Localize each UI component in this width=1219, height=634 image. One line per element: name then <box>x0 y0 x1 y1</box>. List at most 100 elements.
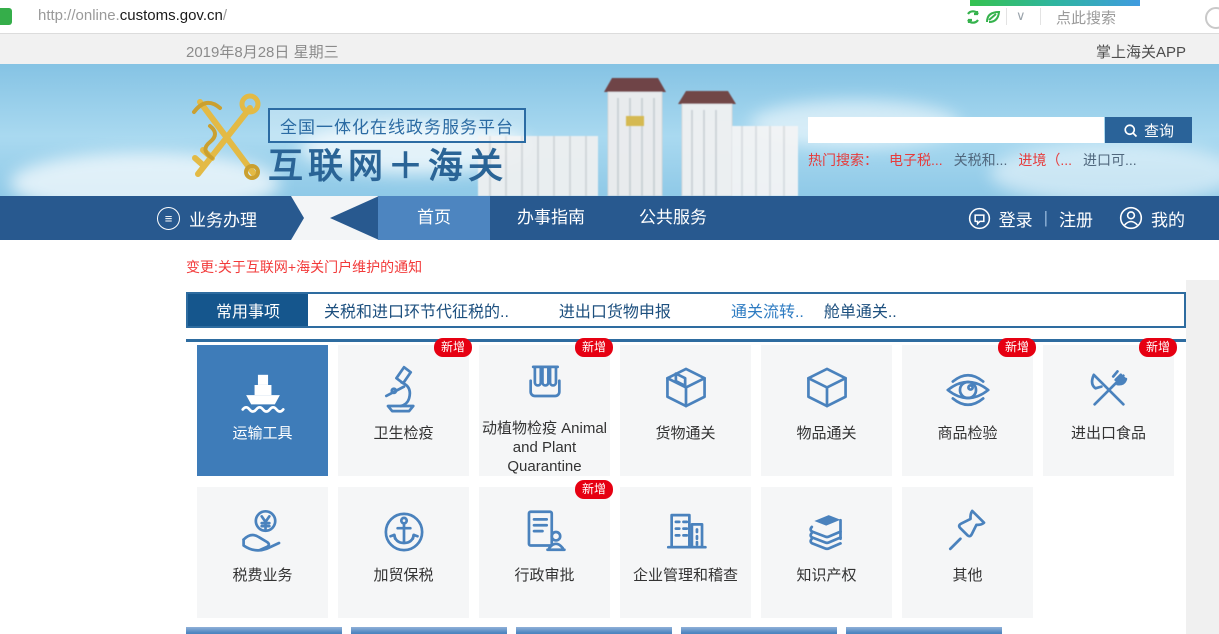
test-tubes-icon <box>518 345 572 412</box>
hot-search-item[interactable]: 电子税... <box>889 150 943 170</box>
hot-search-label: 热门搜索： <box>808 150 878 170</box>
account-area: 登录 | 注册 我的 <box>968 196 1185 240</box>
service-tile-label: 商品检验 <box>935 424 999 443</box>
service-tile-label: 卫生检疫 <box>371 424 435 443</box>
bottom-card-top[interactable] <box>186 627 342 634</box>
url-domain: customs.gov.cn <box>120 7 223 24</box>
bottom-card-top[interactable] <box>681 627 837 634</box>
service-tile[interactable]: 卫生检疫新增 <box>338 345 469 476</box>
browser-address-bar: http://online.customs.gov.cn/ ∨ 点此搜索 <box>0 0 1219 34</box>
tab-home[interactable]: 首页 <box>378 196 490 240</box>
hot-search-row: 热门搜索： 电子税... 关税和... 进境（... 进口可... <box>808 150 1137 170</box>
service-tile[interactable]: 行政审批新增 <box>479 487 610 618</box>
hot-search-item[interactable]: 进境（... <box>1018 150 1072 170</box>
service-tile[interactable]: 其他 <box>902 487 1033 618</box>
service-tile-label: 物品通关 <box>794 424 858 443</box>
service-tile[interactable]: 货物通关 <box>620 345 751 476</box>
anchor-icon <box>377 487 431 559</box>
service-tile[interactable]: 加贸保税 <box>338 487 469 618</box>
customs-portal-page: http://online.customs.gov.cn/ ∨ 点此搜索 201… <box>0 0 1219 634</box>
ribbon-point-left <box>330 196 379 240</box>
category-tab[interactable]: 舱单通关.. <box>824 298 897 322</box>
site-title: 互联网＋海关 <box>268 138 508 189</box>
pushpin-icon <box>941 487 995 559</box>
microscope-icon <box>377 345 431 417</box>
login-register-divider: | <box>1044 208 1048 228</box>
browser-extension-icon[interactable] <box>0 8 12 25</box>
customs-emblem-logo <box>184 86 268 188</box>
package-icon <box>659 345 713 417</box>
site-header: 全国一体化在线政务服务平台 互联网＋海关 查询 热门搜索： 电子税...关税和.… <box>0 64 1219 196</box>
url-prefix: http://online. <box>38 7 120 24</box>
service-tile-label: 知识产权 <box>794 566 858 585</box>
service-tile[interactable]: 动植物检疫 Animal and Plant Quarantine新增 <box>479 345 610 476</box>
service-tile[interactable]: 知识产权 <box>761 487 892 618</box>
service-tile[interactable]: 企业管理和稽查 <box>620 487 751 618</box>
service-tile[interactable]: 进出口食品新增 <box>1043 345 1174 476</box>
tab-public-service[interactable]: 公共服务 <box>612 196 734 240</box>
leaf-extension-icon[interactable] <box>985 9 1001 25</box>
new-badge: 新增 <box>1139 338 1177 357</box>
buildings-icon <box>659 487 713 559</box>
page-right-gutter <box>1186 280 1219 634</box>
service-tile[interactable]: 商品检验新增 <box>902 345 1033 476</box>
service-tile-row: 税费业务 加贸保税行政审批新增企业管理和稽查 知识产权 其他 <box>197 487 1187 618</box>
service-tile-label: 货物通关 <box>653 424 717 443</box>
section-top-border <box>186 339 1186 342</box>
bottom-card-top[interactable] <box>516 627 672 634</box>
ribbon-point-right <box>291 196 304 240</box>
browser-corner-icon[interactable] <box>1205 7 1219 29</box>
site-search-input[interactable] <box>808 117 1104 143</box>
url-field[interactable]: http://online.customs.gov.cn/ <box>38 7 227 24</box>
business-menu-label: 业务办理 <box>189 206 257 231</box>
search-button-label: 查询 <box>1144 120 1174 141</box>
date-bar: 2019年8月28日 星期三 掌上海关APP <box>0 34 1219 64</box>
refresh-extension-icon[interactable] <box>965 9 981 25</box>
service-tile-row: 运输工具卫生检疫新增动植物检疫 Animal and Plant Quarant… <box>197 345 1187 476</box>
business-menu-button[interactable]: ≡ 业务办理 <box>157 196 257 240</box>
search-button[interactable]: 查询 <box>1105 117 1192 143</box>
message-bubble-icon[interactable] <box>968 207 991 230</box>
maintenance-notice-link[interactable]: 变更:关于互联网+海关门户维护的通知 <box>186 257 422 277</box>
category-tab[interactable]: 通关流转.. <box>731 298 804 322</box>
books-icon <box>800 487 854 559</box>
service-tile[interactable]: 物品通关 <box>761 345 892 476</box>
hot-search-item[interactable]: 关税和... <box>954 150 1008 170</box>
bottom-card-top[interactable] <box>351 627 507 634</box>
service-tile-label: 行政审批 <box>512 566 576 585</box>
register-link[interactable]: 注册 <box>1059 206 1093 231</box>
my-account-link[interactable]: 我的 <box>1151 206 1185 231</box>
new-badge: 新增 <box>575 338 613 357</box>
category-tab-bar: 常用事项关税和进口环节代征税的.. 进出口货物申报 通关流转.. 舱单通关.. <box>186 292 1186 328</box>
mobile-app-link[interactable]: 掌上海关APP <box>1096 41 1186 62</box>
current-date: 2019年8月28日 星期三 <box>186 41 339 62</box>
category-tab[interactable]: 进出口货物申报 <box>559 298 671 322</box>
browser-search-hint[interactable]: 点此搜索 <box>1056 7 1116 28</box>
service-tile-label: 税费业务 <box>230 566 294 585</box>
hot-search-item[interactable]: 进口可... <box>1083 150 1137 170</box>
service-tile[interactable]: 运输工具 <box>197 345 328 476</box>
cube-icon <box>800 345 854 417</box>
toolbar-divider <box>1040 8 1041 25</box>
login-link[interactable]: 登录 <box>999 206 1033 231</box>
url-suffix: / <box>223 7 227 24</box>
eye-icon <box>941 345 995 417</box>
new-badge: 新增 <box>575 480 613 499</box>
service-tile-label: 进出口食品 <box>1069 424 1148 443</box>
hamburger-menu-icon: ≡ <box>157 207 180 230</box>
user-profile-icon[interactable] <box>1119 206 1143 230</box>
cutlery-icon <box>1082 345 1136 417</box>
category-tab[interactable]: 关税和进口环节代征税的.. <box>324 298 509 322</box>
ship-icon <box>236 345 290 417</box>
toolbar-divider <box>1006 8 1007 25</box>
chevron-down-icon[interactable]: ∨ <box>1016 8 1026 24</box>
bottom-card-top[interactable] <box>846 627 1002 634</box>
tab-guide[interactable]: 办事指南 <box>490 196 612 240</box>
service-tile-label: 其他 <box>950 566 984 585</box>
category-tab-active[interactable]: 常用事项 <box>188 294 308 326</box>
service-tile[interactable]: 税费业务 <box>197 487 328 618</box>
browser-tab-accent-strip <box>970 0 1140 6</box>
main-navigation: ≡ 业务办理 首页 办事指南 公共服务 登录 | 注册 我的 <box>0 196 1219 240</box>
service-tile-label: 企业管理和稽查 <box>631 566 740 585</box>
search-icon <box>1123 123 1138 138</box>
